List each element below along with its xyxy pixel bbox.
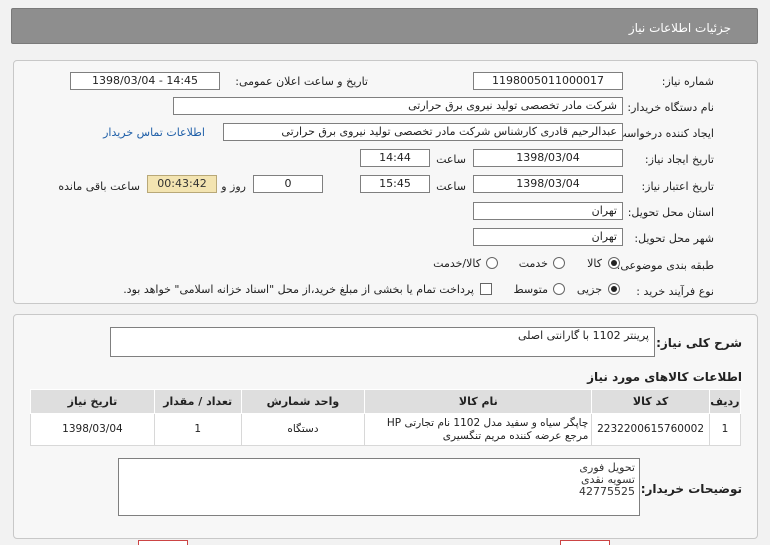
announce-date-field[interactable]: 1398/03/04 - 14:45 — [70, 72, 220, 90]
col-qty: تعداد / مقدار — [153, 389, 242, 414]
items-table: ردیف کد کالا نام کالا واحد شمارش تعداد /… — [30, 389, 742, 446]
process-minor-label: جزیی — [576, 283, 602, 296]
city-field[interactable]: تهران — [473, 228, 623, 246]
col-name: نام کالا — [364, 389, 593, 414]
col-unit: واحد شمارش — [240, 389, 366, 414]
process-label: نوع فرآیند خرید : — [636, 285, 714, 298]
buyer-notes-field[interactable]: تحویل فوری تسویه نقدی 42775525 — [118, 458, 640, 516]
category-goods-service-label: کالا/خدمت — [433, 257, 481, 270]
items-section-title: اطلاعات کالاهای مورد نیاز — [587, 370, 742, 384]
treasury-payment-checkbox[interactable] — [480, 283, 492, 295]
validity-date-label: تاریخ اعتبار نیاز: — [641, 180, 714, 193]
city-label: شهر محل تحویل: — [634, 232, 714, 245]
remaining-time-field: 00:43:42 — [147, 175, 217, 193]
province-label: استان محل تحویل: — [627, 206, 714, 219]
validity-time-label: ساعت — [436, 180, 466, 193]
notes-line: تحویل فوری — [579, 461, 635, 474]
process-minor-radio[interactable] — [608, 283, 620, 295]
col-row: ردیف — [708, 389, 742, 414]
col-code: کد کالا — [591, 389, 710, 414]
notes-line: 42775525 — [579, 485, 635, 498]
remaining-time-label: ساعت باقی مانده — [58, 180, 140, 193]
category-service-label: خدمت — [518, 257, 548, 270]
page-header: جزئیات اطلاعات نیاز — [11, 8, 758, 44]
category-goods-label: کالا — [587, 257, 602, 270]
category-label: طبقه بندی موضوعی: — [616, 259, 714, 272]
cell-name: چاپگر سیاه و سفید مدل 1102 نام تجارتی HP… — [364, 413, 593, 446]
validity-time-field[interactable]: 15:45 — [360, 175, 430, 193]
province-field[interactable]: تهران — [473, 202, 623, 220]
category-service-radio[interactable] — [553, 257, 565, 269]
cell-qty: 1 — [153, 413, 242, 446]
category-goods-service-radio[interactable] — [486, 257, 498, 269]
cell-unit: دستگاه — [240, 413, 366, 446]
created-time-label: ساعت — [436, 153, 466, 166]
table-row[interactable]: 1 2232200615760002 چاپگر سیاه و سفید مدل… — [30, 413, 742, 446]
treasury-payment-note: پرداخت تمام یا بخشی از مبلغ خرید،از محل … — [123, 283, 474, 296]
requester-label: ایجاد کننده درخواست: — [612, 127, 714, 140]
summary-field[interactable]: پرینتر 1102 با گارانتی اصلی — [110, 327, 655, 357]
category-goods-radio[interactable] — [608, 257, 620, 269]
buyer-label: نام دستگاه خریدار: — [627, 101, 714, 114]
created-time-field[interactable]: 14:44 — [360, 149, 430, 167]
buyer-contact-link[interactable]: اطلاعات تماس خریدار — [103, 126, 205, 139]
created-date-label: تاریخ ایجاد نیاز: — [644, 153, 714, 166]
remaining-days-field[interactable]: 0 — [253, 175, 323, 193]
col-date: تاریخ نیاز — [30, 389, 155, 414]
cell-row: 1 — [708, 413, 742, 446]
buyer-notes-label: توضیحات خریدار: — [640, 482, 742, 496]
page-title: جزئیات اطلاعات نیاز — [628, 21, 731, 35]
created-date-field[interactable]: 1398/03/04 — [473, 149, 623, 167]
bottom-button-right[interactable] — [560, 540, 610, 545]
need-number-label: شماره نیاز: — [661, 75, 714, 88]
summary-label: شرح کلی نیاز: — [656, 336, 742, 350]
days-label: روز و — [221, 180, 246, 193]
announce-date-label: تاریخ و ساعت اعلان عمومی: — [235, 75, 368, 88]
requester-field[interactable]: عبدالرحیم قادری کارشناس شرکت مادر تخصصی … — [223, 123, 623, 141]
bottom-button-left[interactable] — [138, 540, 188, 545]
buyer-field[interactable]: شرکت مادر تخصصی تولید نیروی برق حرارتی — [173, 97, 623, 115]
process-medium-radio[interactable] — [553, 283, 565, 295]
process-medium-label: متوسط — [513, 283, 548, 296]
need-number-field[interactable]: 1198005011000017 — [473, 72, 623, 90]
notes-line: تسویه نقدی — [580, 473, 635, 486]
cell-date: 1398/03/04 — [30, 413, 155, 446]
validity-date-field[interactable]: 1398/03/04 — [473, 175, 623, 193]
cell-code: 2232200615760002 — [591, 413, 710, 446]
